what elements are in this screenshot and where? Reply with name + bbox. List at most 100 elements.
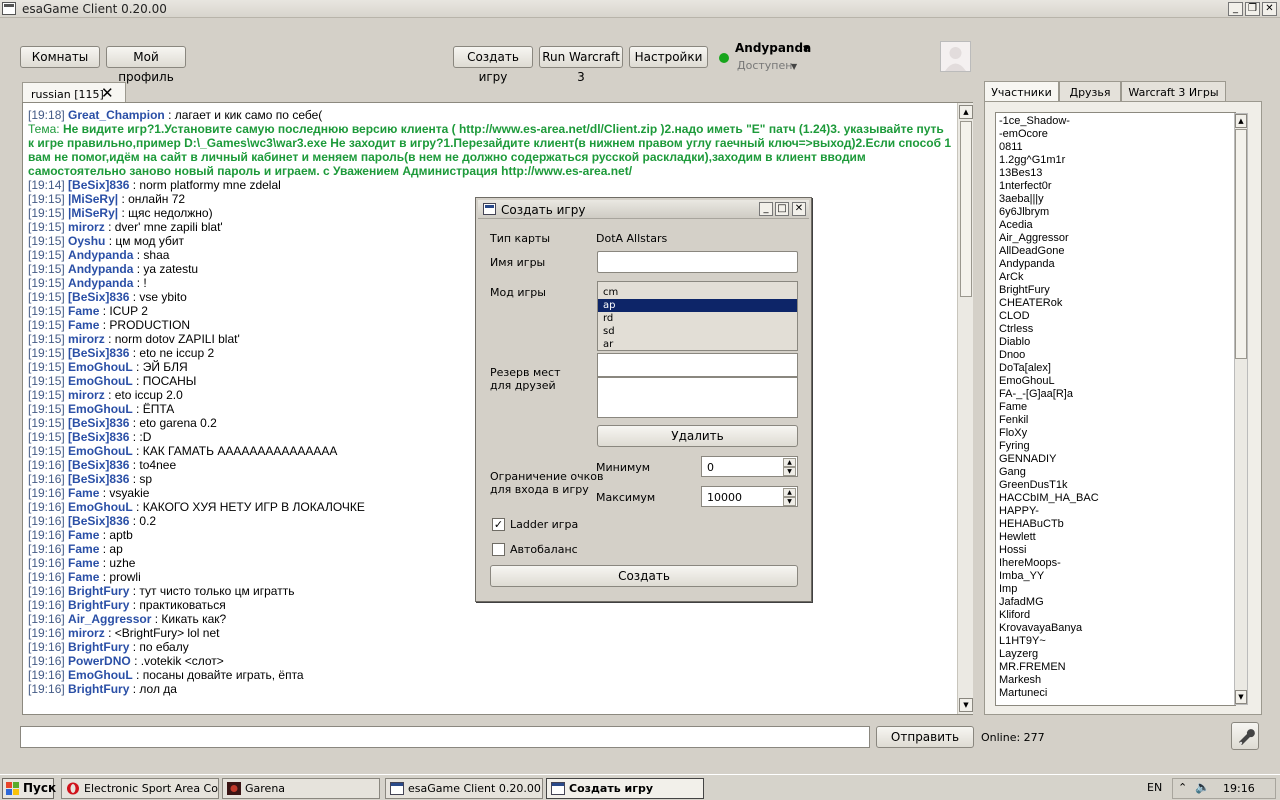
participant-item[interactable]: Layzerg bbox=[996, 648, 1235, 661]
chat-nick[interactable]: Fame bbox=[68, 556, 99, 570]
chat-nick[interactable]: mirorz bbox=[68, 626, 105, 640]
participant-item[interactable]: HAPPY- bbox=[996, 505, 1235, 518]
chat-nick[interactable]: |MiSeRy| bbox=[68, 192, 118, 206]
participant-item[interactable]: Hewlett bbox=[996, 531, 1235, 544]
participant-item[interactable]: AllDeadGone bbox=[996, 245, 1235, 258]
participant-item[interactable]: Fyring bbox=[996, 440, 1235, 453]
chat-nick[interactable]: EmoGhouL bbox=[68, 402, 133, 416]
participant-item[interactable]: -emOcore bbox=[996, 128, 1235, 141]
chat-nick[interactable]: Fame bbox=[68, 542, 99, 556]
chat-nick[interactable]: Great_Champion bbox=[68, 108, 165, 122]
chat-nick[interactable]: Andypanda bbox=[68, 276, 133, 290]
create-button[interactable]: Создать bbox=[490, 565, 798, 587]
participant-item[interactable]: -1ce_Shadow- bbox=[996, 115, 1235, 128]
chat-nick[interactable]: [BeSix]836 bbox=[68, 514, 129, 528]
participant-item[interactable]: CLOD bbox=[996, 310, 1235, 323]
user-menu-chevron-icon[interactable]: ▼ bbox=[803, 44, 809, 53]
chat-nick[interactable]: Andypanda bbox=[68, 262, 133, 276]
chat-nick[interactable]: Fame bbox=[68, 486, 99, 500]
participant-item[interactable]: Diablo bbox=[996, 336, 1235, 349]
game-name-input[interactable] bbox=[597, 251, 798, 273]
min-increment-icon[interactable]: ▲ bbox=[783, 458, 796, 467]
avatar[interactable] bbox=[940, 41, 971, 72]
chat-nick[interactable]: [BeSix]836 bbox=[68, 178, 129, 192]
create-game-button[interactable]: Создать игру bbox=[453, 46, 533, 84]
participant-item[interactable]: 1nterfect0r bbox=[996, 180, 1235, 193]
tab-warcraft-games[interactable]: Warcraft 3 Игры bbox=[1121, 81, 1226, 102]
participant-item[interactable]: Markesh bbox=[996, 674, 1235, 687]
participant-item[interactable]: ArCk bbox=[996, 271, 1235, 284]
language-indicator[interactable]: EN bbox=[1147, 781, 1162, 794]
taskbar-item-garena[interactable]: Garena bbox=[222, 778, 380, 799]
chat-nick[interactable]: BrightFury bbox=[68, 598, 129, 612]
participant-item[interactable]: HEHABuCTb bbox=[996, 518, 1235, 531]
participant-item[interactable]: Gang bbox=[996, 466, 1235, 479]
participant-item[interactable]: CHEATERok bbox=[996, 297, 1235, 310]
tab-participants[interactable]: Участники bbox=[984, 81, 1059, 103]
restore-icon[interactable]: ❐ bbox=[1245, 2, 1260, 16]
participant-item[interactable]: Fame bbox=[996, 401, 1235, 414]
participant-item[interactable]: Imba_YY bbox=[996, 570, 1235, 583]
autobalance-checkbox[interactable] bbox=[492, 543, 505, 556]
max-increment-icon[interactable]: ▲ bbox=[783, 488, 796, 497]
reserve-slot-input[interactable] bbox=[597, 353, 798, 377]
participant-item[interactable]: KrovavayaBanya bbox=[996, 622, 1235, 635]
participant-item[interactable]: DoTa[alex] bbox=[996, 362, 1235, 375]
participants-scrollbar[interactable]: ▲ ▼ bbox=[1234, 113, 1248, 705]
minimize-icon[interactable]: _ bbox=[1228, 2, 1243, 16]
my-profile-button[interactable]: Мой профиль bbox=[106, 46, 186, 84]
dialog-minimize-icon[interactable]: _ bbox=[759, 202, 773, 216]
chat-nick[interactable]: BrightFury bbox=[68, 584, 129, 598]
status-chevron-icon[interactable]: ▼ bbox=[791, 62, 797, 71]
participant-item[interactable]: HACCbIM_HA_BAC bbox=[996, 492, 1235, 505]
chat-nick[interactable]: EmoGhouL bbox=[68, 444, 133, 458]
chat-nick[interactable]: Fame bbox=[68, 304, 99, 318]
chat-nick[interactable]: [BeSix]836 bbox=[68, 346, 129, 360]
game-mode-option[interactable]: ar bbox=[598, 338, 797, 350]
chat-nick[interactable]: EmoGhouL bbox=[68, 668, 133, 682]
participant-item[interactable]: Air_Aggressor bbox=[996, 232, 1235, 245]
max-rating-stepper[interactable]: 10000 ▲ ▼ bbox=[701, 486, 798, 507]
chat-nick[interactable]: Oyshu bbox=[68, 234, 105, 248]
chat-nick[interactable]: BrightFury bbox=[68, 682, 129, 696]
participant-item[interactable]: IhereMoops- bbox=[996, 557, 1235, 570]
chat-nick[interactable]: EmoGhouL bbox=[68, 360, 133, 374]
chat-nick[interactable]: |MiSeRy| bbox=[68, 206, 118, 220]
participant-item[interactable]: L1HT9Y~ bbox=[996, 635, 1235, 648]
participant-item[interactable]: FloXy bbox=[996, 427, 1235, 440]
chat-nick[interactable]: EmoGhouL bbox=[68, 500, 133, 514]
chat-nick[interactable]: [BeSix]836 bbox=[68, 472, 129, 486]
users-scroll-up-icon[interactable]: ▲ bbox=[1235, 114, 1247, 128]
game-mode-option[interactable]: ap bbox=[598, 299, 797, 312]
chat-nick[interactable]: Fame bbox=[68, 570, 99, 584]
delete-button[interactable]: Удалить bbox=[597, 425, 798, 447]
participant-item[interactable]: Martuneci bbox=[996, 687, 1235, 700]
participant-item[interactable]: 3aeba|||y bbox=[996, 193, 1235, 206]
users-scroll-thumb[interactable] bbox=[1235, 129, 1247, 359]
participant-item[interactable]: GreenDusT1k bbox=[996, 479, 1235, 492]
chat-nick[interactable]: [BeSix]836 bbox=[68, 458, 129, 472]
chat-nick[interactable]: [BeSix]836 bbox=[68, 416, 129, 430]
tab-chat-room[interactable]: russian [115] ✕ bbox=[22, 82, 126, 103]
taskbar-item-esagame[interactable]: esaGame Client 0.20.00 bbox=[385, 778, 543, 799]
participant-item[interactable]: MR.FREMEN bbox=[996, 661, 1235, 674]
chat-nick[interactable]: [BeSix]836 bbox=[68, 430, 129, 444]
participant-item[interactable]: Acedia bbox=[996, 219, 1235, 232]
participants-list[interactable]: -1ce_Shadow- -emOcore 0811 1.2gg^G1m1r 13Bes… bbox=[995, 112, 1236, 706]
chat-scrollbar[interactable]: ▲ ▼ bbox=[957, 103, 973, 714]
participant-item[interactable]: Hossi bbox=[996, 544, 1235, 557]
participant-item[interactable]: 0811 bbox=[996, 141, 1235, 154]
participant-item[interactable]: GENNADIY bbox=[996, 453, 1235, 466]
scroll-up-icon[interactable]: ▲ bbox=[959, 105, 973, 119]
game-mode-list[interactable]: cm ap rd sd ar bbox=[597, 281, 798, 351]
chat-nick[interactable]: PowerDNO bbox=[68, 654, 131, 668]
participant-item[interactable]: Fenkil bbox=[996, 414, 1235, 427]
start-button[interactable]: Пуск bbox=[2, 778, 56, 799]
tab-friends[interactable]: Друзья bbox=[1059, 81, 1121, 102]
chat-nick[interactable]: Andypanda bbox=[68, 248, 133, 262]
chat-nick[interactable]: BrightFury bbox=[68, 640, 129, 654]
participant-item[interactable]: Ctrless bbox=[996, 323, 1235, 336]
users-scroll-down-icon[interactable]: ▼ bbox=[1235, 690, 1247, 704]
dialog-titlebar[interactable]: Создать игру _ □ ✕ bbox=[478, 200, 809, 219]
user-status[interactable]: Доступен bbox=[737, 59, 792, 72]
